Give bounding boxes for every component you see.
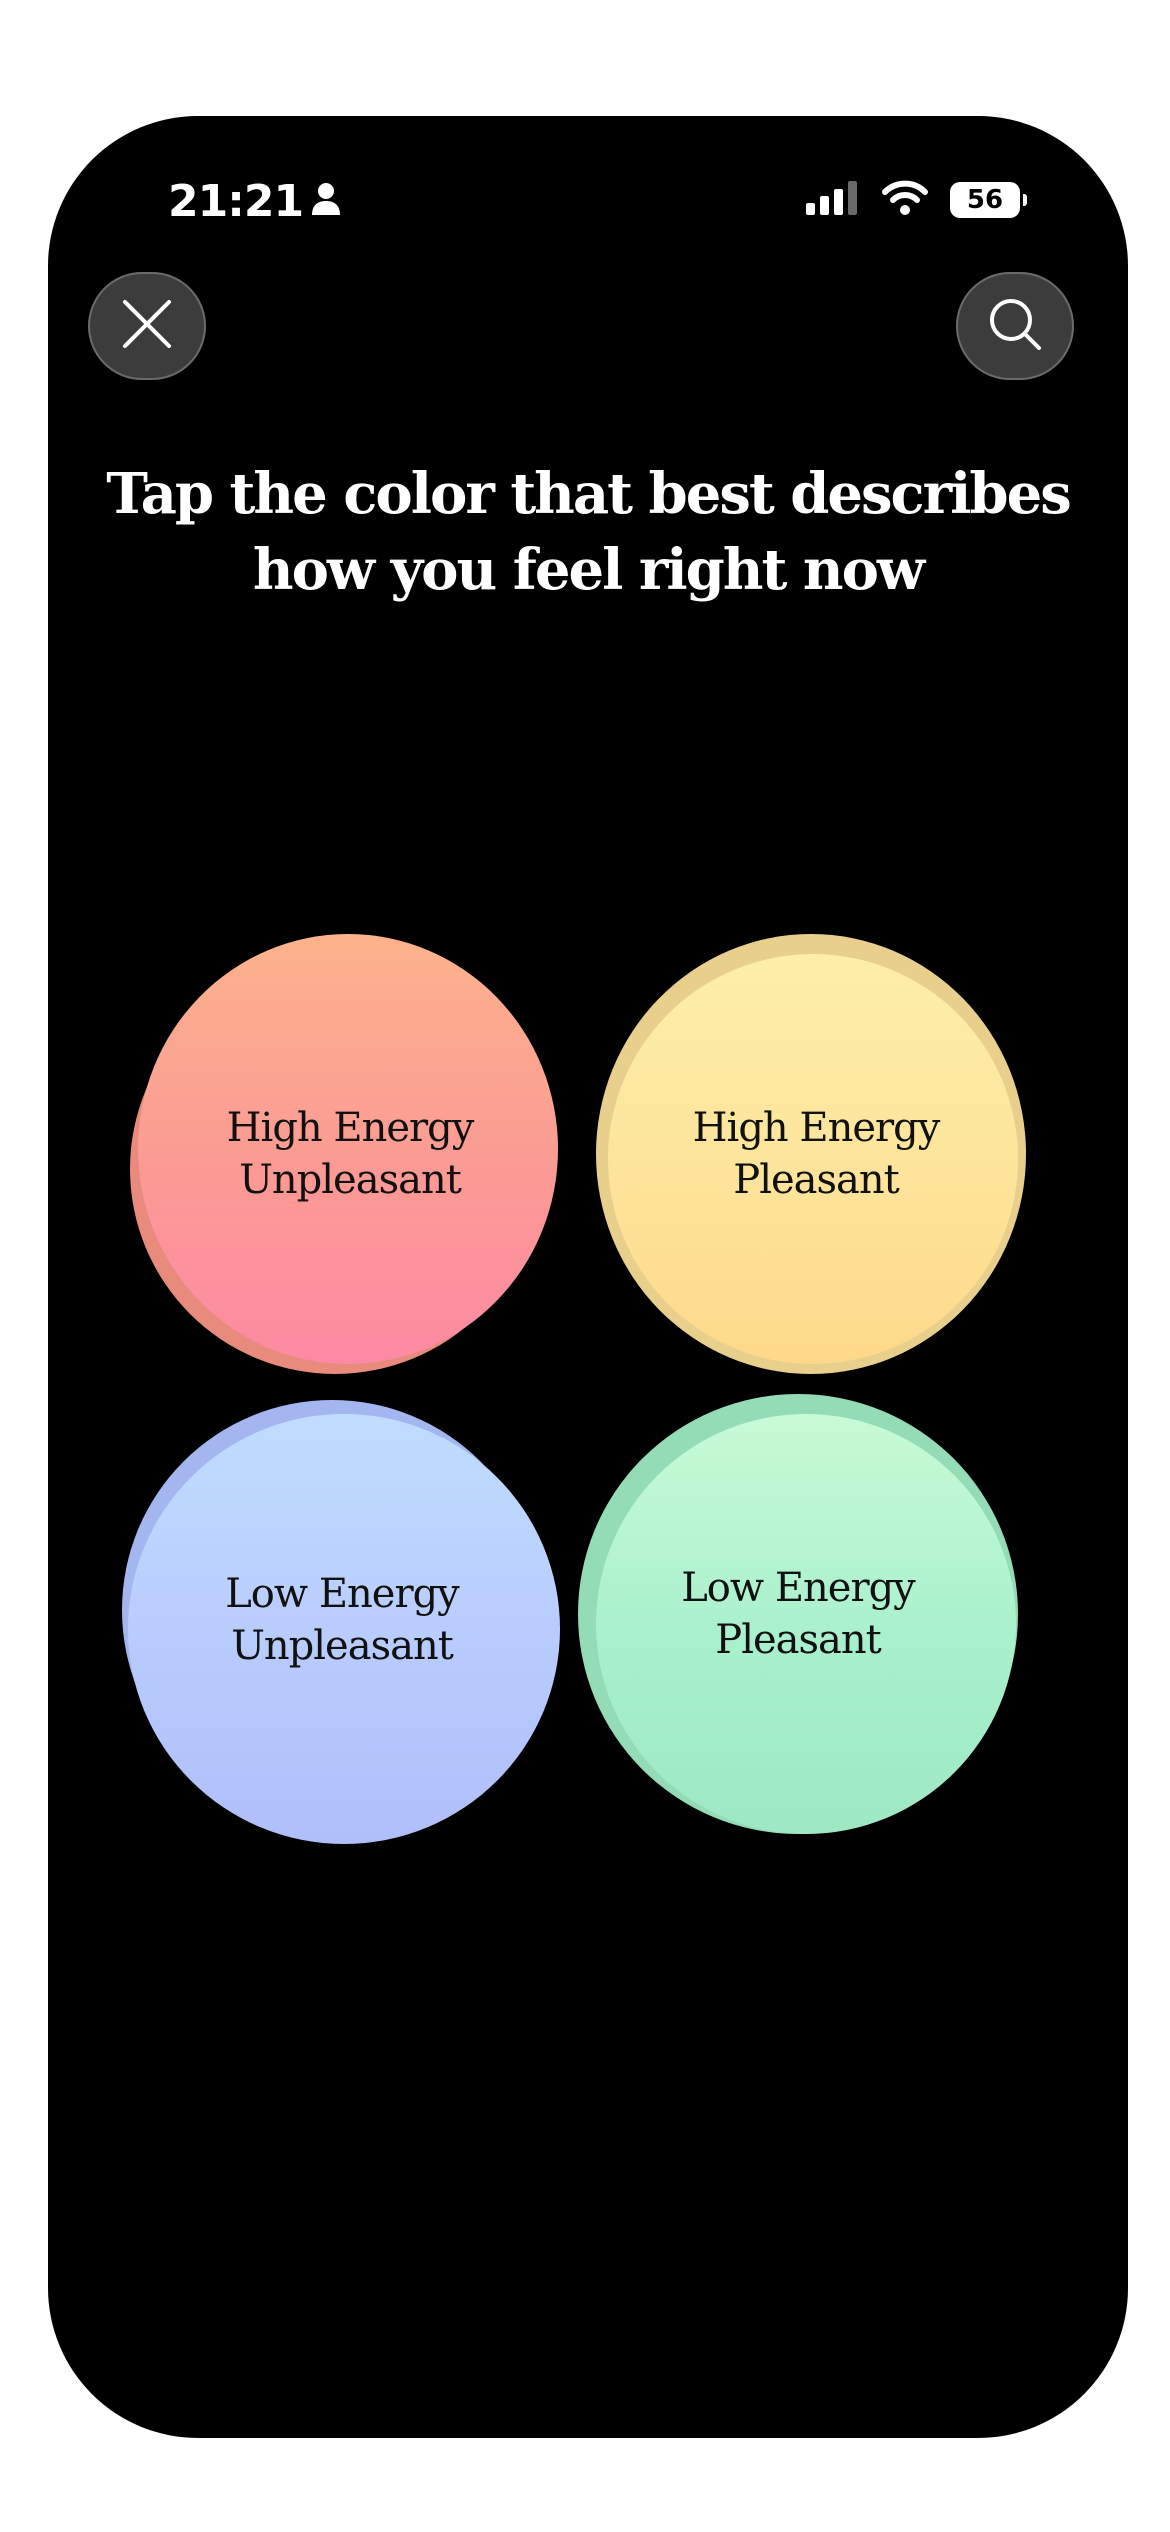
close-button[interactable] bbox=[88, 272, 206, 380]
mood-high-energy-pleasant[interactable]: High Energy Pleasant bbox=[596, 934, 1036, 1374]
mood-label: Low Energy Unpleasant bbox=[122, 1400, 562, 1840]
battery-icon: 56 bbox=[950, 182, 1027, 218]
mood-label: High Energy Unpleasant bbox=[130, 934, 570, 1374]
clock-text: 21:21 bbox=[168, 176, 304, 227]
person-icon bbox=[311, 176, 341, 227]
phone-screen: 21:21 56 Tap the color that best describ… bbox=[48, 116, 1128, 2438]
wifi-icon bbox=[882, 180, 928, 221]
mood-low-energy-pleasant[interactable]: Low Energy Pleasant bbox=[578, 1394, 1018, 1834]
mood-label-line-2: Unpleasant bbox=[239, 1157, 462, 1203]
mood-label-line-1: High Energy bbox=[692, 1105, 941, 1151]
mood-label-line-1: Low Energy bbox=[225, 1571, 460, 1617]
close-icon bbox=[121, 298, 173, 355]
page-title: Tap the color that best describes how yo… bbox=[88, 456, 1088, 608]
cellular-signal-icon bbox=[806, 180, 860, 220]
title-line-1: Tap the color that best describes bbox=[106, 461, 1071, 527]
mood-label-line-1: Low Energy bbox=[681, 1565, 916, 1611]
battery-nub bbox=[1023, 194, 1027, 206]
search-button[interactable] bbox=[956, 272, 1074, 380]
title-line-2: how you feel right now bbox=[252, 537, 925, 603]
mood-low-energy-unpleasant[interactable]: Low Energy Unpleasant bbox=[122, 1400, 562, 1844]
search-icon bbox=[987, 296, 1043, 357]
battery-level: 56 bbox=[966, 185, 1004, 215]
mood-label-line-1: High Energy bbox=[226, 1105, 475, 1151]
mood-label-line-2: Pleasant bbox=[715, 1617, 881, 1663]
status-bar-time: 21:21 bbox=[168, 176, 341, 227]
mood-label-line-2: Unpleasant bbox=[231, 1623, 454, 1669]
mood-label: High Energy Pleasant bbox=[596, 934, 1036, 1374]
mood-label: Low Energy Pleasant bbox=[578, 1394, 1018, 1834]
status-bar-indicators: 56 bbox=[806, 178, 1027, 222]
mood-label-line-2: Pleasant bbox=[733, 1157, 899, 1203]
mood-high-energy-unpleasant[interactable]: High Energy Unpleasant bbox=[130, 934, 570, 1374]
